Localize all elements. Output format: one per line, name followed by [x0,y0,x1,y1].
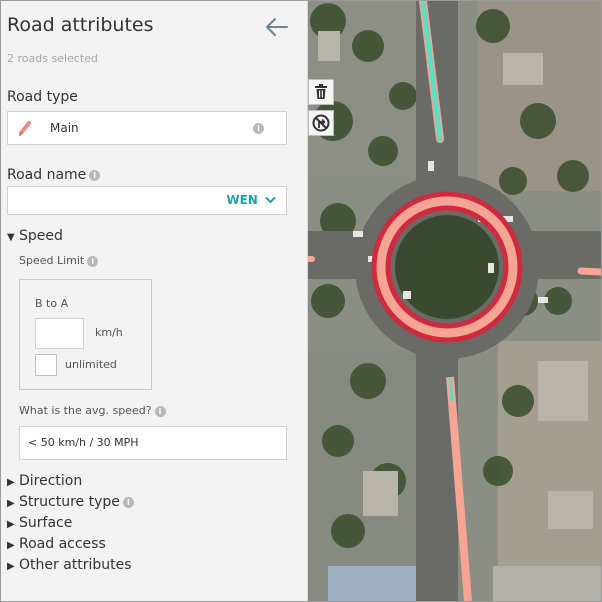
info-icon[interactable]: i [253,123,264,134]
section-label: Surface [19,515,73,531]
triangle-right-icon: ▶ [7,540,15,551]
back-button[interactable] [263,15,291,39]
speed-limit-label-text: Speed Limit [19,254,85,267]
speed-section-label: Speed [19,228,63,244]
panel-title: Road attributes [7,14,154,36]
section-label: Direction [19,473,83,489]
section-label: Road access [19,536,106,552]
section-label: Other attributes [19,557,132,573]
selection-count: 2 roads selected [7,52,98,65]
road-name-label: Road name i [7,167,101,183]
map-imagery [308,1,601,601]
section-label: Structure type [19,494,120,510]
triangle-right-icon: ▶ [7,519,15,530]
direction-label: B to A [35,297,69,310]
speed-limit-box: B to A km/h unlimited [19,279,152,390]
avg-speed-value: < 50 km/h / 30 MPH [28,436,139,449]
turn-restriction-button[interactable] [308,110,334,136]
triangle-right-icon: ▶ [7,561,15,572]
info-icon[interactable]: i [87,255,99,267]
road-type-select[interactable]: Main i [7,111,287,145]
speed-unit: km/h [95,326,123,339]
road-name-input[interactable]: WEN [7,186,287,215]
info-icon[interactable]: i [154,405,166,417]
structure-type-section-toggle[interactable]: ▶ Structure type i [7,494,134,510]
unlimited-label: unlimited [65,358,117,371]
unlimited-checkbox[interactable] [35,354,57,376]
direction-section-toggle[interactable]: ▶ Direction [7,473,82,489]
satellite-map[interactable] [308,1,601,601]
avg-speed-label-text: What is the avg. speed? [19,404,152,417]
app-window: Road attributes 2 roads selected Road ty… [0,0,602,602]
road-attributes-panel: Road attributes 2 roads selected Road ty… [1,1,308,601]
avg-speed-select[interactable]: < 50 km/h / 30 MPH [19,426,287,460]
trash-icon [315,84,327,99]
pencil-icon [19,121,31,136]
triangle-down-icon: ▼ [7,232,15,243]
triangle-right-icon: ▶ [7,477,15,488]
language-dropdown[interactable]: WEN [226,193,276,207]
other-attributes-section-toggle[interactable]: ▶ Other attributes [7,557,132,573]
avg-speed-label: What is the avg. speed? i [19,404,166,417]
no-turn-icon [312,114,330,132]
chevron-down-icon [265,196,276,204]
speed-section-toggle[interactable]: ▼ Speed [7,228,63,244]
road-type-value: Main [50,121,79,135]
arrow-left-icon [266,18,288,36]
delete-button[interactable] [308,79,334,105]
triangle-right-icon: ▶ [7,498,15,509]
surface-section-toggle[interactable]: ▶ Surface [7,515,72,531]
info-icon[interactable]: i [89,169,101,181]
info-icon[interactable]: i [122,496,134,508]
road-access-section-toggle[interactable]: ▶ Road access [7,536,106,552]
road-type-label: Road type [7,89,78,105]
road-name-label-text: Road name [7,167,87,183]
language-value: WEN [226,193,258,207]
speed-limit-input[interactable] [35,318,84,349]
speed-limit-label: Speed Limit i [19,254,99,267]
